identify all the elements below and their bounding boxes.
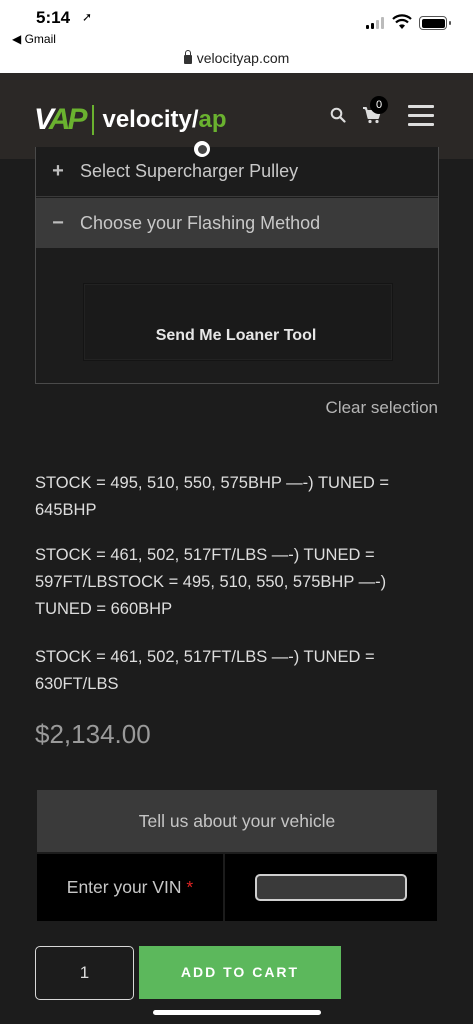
wifi-icon (392, 14, 412, 29)
spec-description: STOCK = 461, 502, 517FT/LBS —-) TUNED = … (35, 546, 387, 618)
accordion-label: Choose your Flashing Method (80, 212, 321, 233)
spec-description: STOCK = 461, 502, 517FT/LBS —-) TUNED = … (35, 648, 375, 693)
option-label-loaner-tool[interactable]: Send Me Loaner Tool (35, 327, 437, 345)
site-logo[interactable]: VAP velocity/ap (34, 103, 227, 137)
accordion-supercharger-pulley[interactable]: + Select Supercharger Pulley (36, 147, 438, 197)
vin-input[interactable] (255, 874, 407, 901)
required-mark: * (186, 877, 194, 897)
logo-wordmark: velocity/ap (102, 106, 227, 133)
url-text: velocityap.com (196, 50, 290, 66)
url-bar[interactable]: velocityap.com (0, 47, 473, 73)
clear-selection-link[interactable]: Clear selection (326, 398, 438, 418)
minus-icon: − (52, 211, 64, 234)
cellular-signal-icon (366, 17, 386, 29)
vin-label: Enter your VIN * (37, 854, 223, 921)
option-card-loaner-tool[interactable] (83, 283, 393, 361)
back-to-app-link[interactable]: ◀ Gmail (12, 32, 56, 46)
product-price: $2,134.00 (35, 719, 151, 749)
quantity-input[interactable]: 1 (35, 946, 134, 1000)
search-icon[interactable] (330, 107, 346, 123)
logo-mark: VAP (34, 103, 87, 136)
options-accordion: + Select Supercharger Pulley − Choose yo… (35, 147, 439, 384)
status-time: 5:14 (36, 8, 71, 27)
hamburger-menu-icon[interactable] (408, 105, 434, 126)
flashing-method-options (36, 248, 438, 383)
vehicle-form-heading: Tell us about your vehicle (37, 790, 437, 852)
add-to-cart-button[interactable]: ADD TO CART (139, 946, 341, 999)
vin-input-cell (225, 854, 437, 921)
vehicle-form: Tell us about your vehicle Enter your VI… (37, 790, 437, 921)
home-indicator[interactable] (153, 1010, 321, 1015)
spec-description: STOCK = 495, 510, 550, 575BHP —-) TUNED … (35, 474, 390, 519)
battery-icon (419, 16, 451, 30)
accordion-label: Select Supercharger Pulley (80, 161, 299, 181)
accordion-flashing-method[interactable]: − Choose your Flashing Method (36, 198, 438, 248)
cart-count-badge: 0 (370, 96, 388, 114)
lock-icon (183, 50, 192, 64)
logo-divider (92, 105, 95, 135)
radio-selected[interactable] (194, 141, 210, 157)
location-arrow-icon: ➚ (82, 10, 93, 24)
plus-icon: + (52, 160, 64, 182)
status-bar: 5:14 ➚ ◀ Gmail (0, 0, 473, 47)
